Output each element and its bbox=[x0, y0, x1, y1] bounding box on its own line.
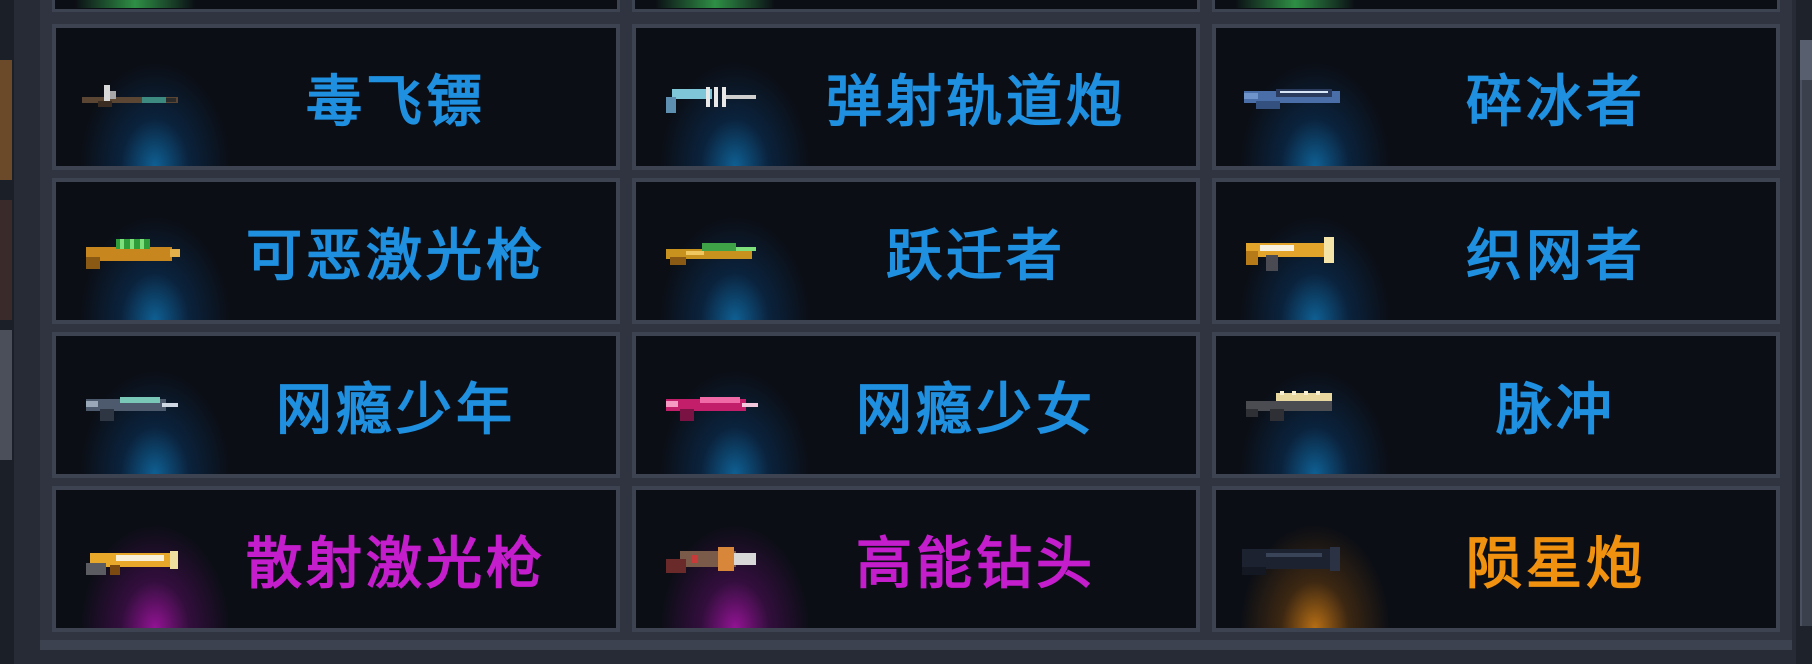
weapon-grid: 毒飞镖 弹射轨道炮 碎冰者 可恶激光枪 跃迁者 织网者 网瘾少年 网瘾少女 脉冲… bbox=[52, 24, 1780, 632]
weapon-name: 散射激光枪 bbox=[246, 531, 546, 597]
nasty-laser-gun-icon bbox=[86, 239, 180, 269]
side-item-sliver bbox=[0, 200, 12, 320]
weapon-name: 网瘾少女 bbox=[856, 377, 1096, 443]
weapon-name: 织网者 bbox=[1466, 223, 1646, 289]
weapon-slot-scatter-laser-gun[interactable]: 散射激光枪 bbox=[52, 486, 620, 632]
weapon-slot-net-addict-boy[interactable]: 网瘾少年 bbox=[52, 332, 620, 478]
weapon-slot-warper[interactable]: 跃迁者 bbox=[632, 178, 1200, 324]
bounce-railgun-icon bbox=[666, 87, 756, 113]
weapon-name: 脉冲 bbox=[1496, 377, 1616, 443]
weapon-name: 毒飞镖 bbox=[306, 69, 486, 135]
weapon-slot-meteor-cannon[interactable]: 陨星炮 bbox=[1212, 486, 1780, 632]
scrollbar-thumb[interactable] bbox=[1800, 40, 1812, 80]
web-weaver-icon bbox=[1246, 237, 1334, 271]
weapon-slot-web-weaver[interactable]: 织网者 bbox=[1212, 178, 1780, 324]
side-item-sliver bbox=[0, 60, 12, 180]
weapon-slot-poison-dart[interactable]: 毒飞镖 bbox=[52, 24, 620, 170]
weapon-slot-power-drill[interactable]: 高能钻头 bbox=[632, 486, 1200, 632]
weapon-slot-partial[interactable] bbox=[1212, 0, 1780, 12]
meteor-cannon-icon bbox=[1242, 547, 1340, 575]
weapon-slot-bounce-railgun[interactable]: 弹射轨道炮 bbox=[632, 24, 1200, 170]
weapon-name: 网瘾少年 bbox=[276, 377, 516, 443]
weapon-slot-net-addict-girl[interactable]: 网瘾少女 bbox=[632, 332, 1200, 478]
left-edge-panel bbox=[0, 0, 14, 664]
weapon-slot-ice-breaker[interactable]: 碎冰者 bbox=[1212, 24, 1780, 170]
panel-bottom-border bbox=[40, 640, 1792, 650]
warper-gun-icon bbox=[666, 243, 756, 265]
ice-breaker-icon bbox=[1244, 89, 1340, 109]
net-addict-girl-icon bbox=[666, 397, 758, 421]
weapon-slot-partial[interactable] bbox=[52, 0, 620, 12]
net-addict-boy-icon bbox=[86, 397, 178, 421]
pulse-gun-icon bbox=[1246, 391, 1332, 421]
weapon-name: 可恶激光枪 bbox=[246, 223, 546, 289]
poison-dart-icon bbox=[82, 85, 178, 107]
weapon-slot-nasty-laser-gun[interactable]: 可恶激光枪 bbox=[52, 178, 620, 324]
scrollbar-track[interactable] bbox=[1800, 40, 1812, 626]
weapon-slot-pulse[interactable]: 脉冲 bbox=[1212, 332, 1780, 478]
power-drill-icon bbox=[666, 547, 756, 573]
weapon-slot-partial[interactable] bbox=[632, 0, 1200, 12]
scatter-laser-gun-icon bbox=[86, 551, 178, 575]
weapon-name: 高能钻头 bbox=[856, 531, 1096, 597]
weapon-name: 弹射轨道炮 bbox=[826, 69, 1126, 135]
weapon-name: 跃迁者 bbox=[886, 223, 1066, 289]
weapon-name: 陨星炮 bbox=[1466, 531, 1646, 597]
weapon-name: 碎冰者 bbox=[1466, 69, 1646, 135]
previous-row-partial bbox=[52, 0, 1780, 14]
side-item-sliver bbox=[0, 330, 12, 460]
